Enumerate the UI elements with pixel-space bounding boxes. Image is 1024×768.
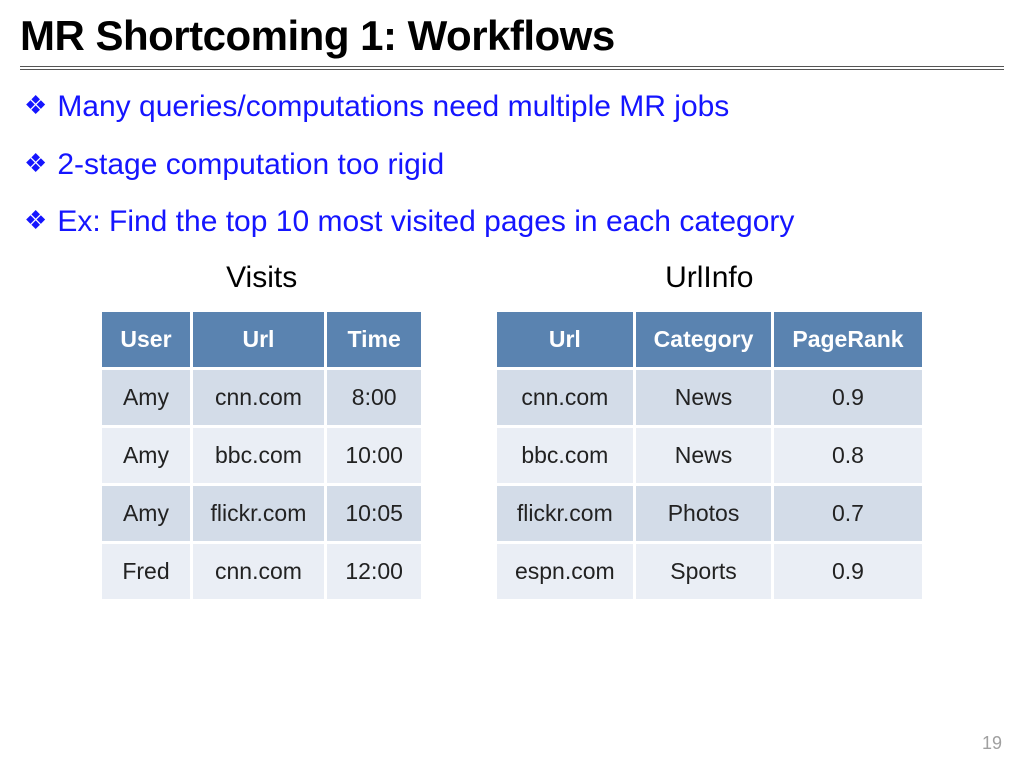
slide-title: MR Shortcoming 1: Workflows [20, 12, 1004, 60]
bullet-text: Ex: Find the top 10 most visited pages i… [57, 203, 794, 241]
cell: Amy [102, 370, 189, 425]
table-row: espn.com Sports 0.9 [497, 544, 922, 599]
table-row: bbc.com News 0.8 [497, 428, 922, 483]
visits-table-block: Visits User Url Time Amy cnn.com 8:00 [99, 261, 424, 602]
cell: Fred [102, 544, 189, 599]
cell: 0.9 [774, 544, 921, 599]
urlinfo-caption: UrlInfo [665, 261, 753, 295]
cell: espn.com [497, 544, 633, 599]
cell: Amy [102, 486, 189, 541]
cell: 0.8 [774, 428, 921, 483]
col-header: PageRank [774, 312, 921, 367]
cell: 12:00 [327, 544, 421, 599]
col-header: Category [636, 312, 772, 367]
diamond-bullet-icon: ❖ [24, 203, 47, 238]
visits-table: User Url Time Amy cnn.com 8:00 Amy bbc.c… [99, 309, 424, 602]
cell: 0.9 [774, 370, 921, 425]
slide: MR Shortcoming 1: Workflows ❖ Many queri… [0, 0, 1024, 768]
diamond-bullet-icon: ❖ [24, 146, 47, 181]
bullet-text: 2-stage computation too rigid [57, 146, 444, 184]
urlinfo-table-block: UrlInfo Url Category PageRank cnn.com Ne… [494, 261, 925, 602]
cell: bbc.com [193, 428, 325, 483]
table-header-row: User Url Time [102, 312, 421, 367]
bullet-text: Many queries/computations need multiple … [57, 88, 729, 126]
cell: 8:00 [327, 370, 421, 425]
table-header-row: Url Category PageRank [497, 312, 922, 367]
bullet-item: ❖ Many queries/computations need multipl… [24, 88, 1004, 126]
cell: News [636, 428, 772, 483]
page-number: 19 [982, 733, 1002, 754]
cell: cnn.com [497, 370, 633, 425]
col-header: Url [497, 312, 633, 367]
bullet-item: ❖ Ex: Find the top 10 most visited pages… [24, 203, 1004, 241]
table-row: Amy flickr.com 10:05 [102, 486, 421, 541]
cell: cnn.com [193, 370, 325, 425]
table-row: flickr.com Photos 0.7 [497, 486, 922, 541]
title-divider [20, 66, 1004, 70]
cell: flickr.com [497, 486, 633, 541]
table-row: Amy cnn.com 8:00 [102, 370, 421, 425]
cell: Photos [636, 486, 772, 541]
bullet-list: ❖ Many queries/computations need multipl… [20, 88, 1004, 241]
col-header: Url [193, 312, 325, 367]
cell: flickr.com [193, 486, 325, 541]
cell: Amy [102, 428, 189, 483]
diamond-bullet-icon: ❖ [24, 88, 47, 123]
bullet-item: ❖ 2-stage computation too rigid [24, 146, 1004, 184]
col-header: Time [327, 312, 421, 367]
cell: bbc.com [497, 428, 633, 483]
table-row: Fred cnn.com 12:00 [102, 544, 421, 599]
cell: 10:05 [327, 486, 421, 541]
urlinfo-table: Url Category PageRank cnn.com News 0.9 b… [494, 309, 925, 602]
cell: 0.7 [774, 486, 921, 541]
visits-caption: Visits [226, 261, 297, 295]
cell: Sports [636, 544, 772, 599]
col-header: User [102, 312, 189, 367]
table-row: Amy bbc.com 10:00 [102, 428, 421, 483]
cell: cnn.com [193, 544, 325, 599]
tables-container: Visits User Url Time Amy cnn.com 8:00 [20, 261, 1004, 602]
table-row: cnn.com News 0.9 [497, 370, 922, 425]
cell: News [636, 370, 772, 425]
cell: 10:00 [327, 428, 421, 483]
